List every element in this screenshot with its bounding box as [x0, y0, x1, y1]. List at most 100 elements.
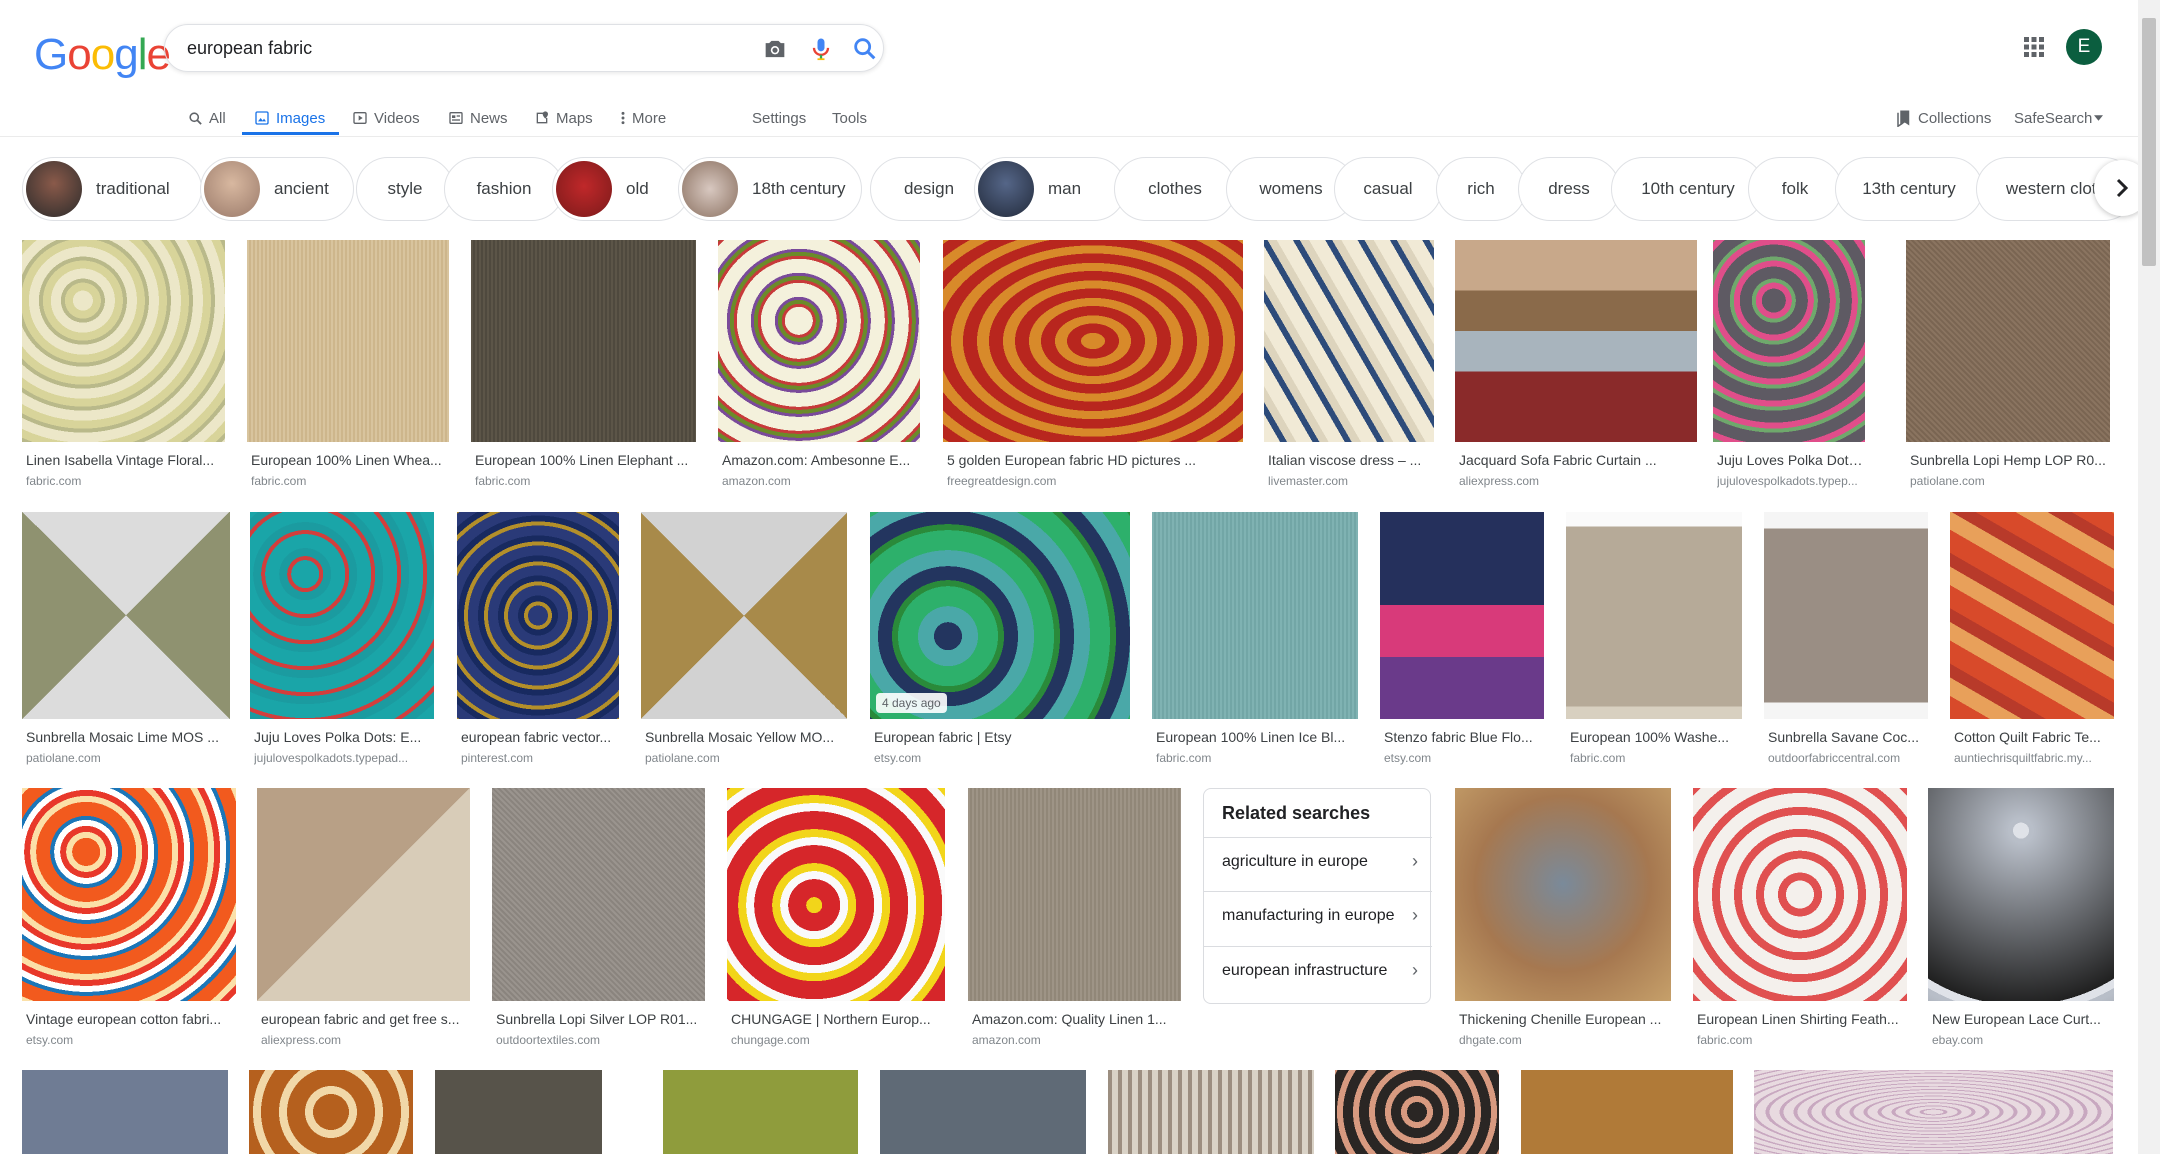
result-title[interactable]: European fabric | Etsy — [874, 729, 1128, 745]
result-source[interactable]: etsy.com — [1384, 751, 1540, 765]
result-title[interactable]: Cotton Quilt Fabric Te... — [1954, 729, 2110, 745]
result-title[interactable]: Amazon.com: Quality Linen 1... — [972, 1011, 1178, 1027]
chip-rich[interactable]: rich — [1436, 157, 1526, 221]
result-thumbnail[interactable] — [663, 1070, 858, 1154]
result-title[interactable]: European 100% Linen Ice Bl... — [1156, 729, 1356, 745]
result-source[interactable]: outdoorfabriccentral.com — [1768, 751, 1926, 765]
result-source[interactable]: fabric.com — [1156, 751, 1356, 765]
result-thumbnail[interactable] — [492, 788, 705, 1001]
result-source[interactable]: fabric.com — [1570, 751, 1740, 765]
tools-link[interactable]: Tools — [832, 100, 867, 136]
result-source[interactable]: patiolane.com — [26, 751, 226, 765]
result-thumbnail[interactable] — [1566, 512, 1742, 719]
result-source[interactable]: amazon.com — [972, 1033, 1178, 1047]
result-thumbnail[interactable] — [457, 512, 619, 719]
result-title[interactable]: Sunbrella Mosaic Lime MOS ... — [26, 729, 226, 745]
chip-design[interactable]: design — [870, 157, 988, 221]
result-source[interactable]: patiolane.com — [1910, 474, 2106, 488]
result-thumbnail[interactable]: 4 days ago — [870, 512, 1130, 719]
result-title[interactable]: Sunbrella Lopi Hemp LOP R0... — [1910, 452, 2106, 468]
tab-all[interactable]: All — [188, 100, 226, 136]
result-thumbnail[interactable] — [880, 1070, 1086, 1154]
result-title[interactable]: New European Lace Curt... — [1932, 1011, 2112, 1027]
google-logo[interactable]: Google — [34, 30, 171, 80]
result-thumbnail[interactable] — [257, 788, 470, 1001]
result-source[interactable]: fabric.com — [1697, 1033, 1905, 1047]
result-thumbnail[interactable] — [22, 512, 230, 719]
result-source[interactable]: dhgate.com — [1459, 1033, 1669, 1047]
result-thumbnail[interactable] — [718, 240, 920, 442]
result-thumbnail[interactable] — [1455, 240, 1697, 442]
image-result-card[interactable]: Sunbrella Lopi Hemp LOP R0... patiolane.c… — [1906, 240, 2110, 502]
chip-13th-century[interactable]: 13th century — [1835, 157, 1983, 221]
result-thumbnail[interactable] — [1906, 240, 2110, 442]
tab-maps[interactable]: Maps — [534, 100, 593, 136]
result-title[interactable]: European 100% Linen Elephant ... — [475, 452, 693, 468]
safesearch-toggle[interactable]: SafeSearch — [2014, 100, 2104, 136]
result-source[interactable]: livemaster.com — [1268, 474, 1432, 488]
image-result-card[interactable]: european fabric and get free s... aliexpr… — [257, 788, 470, 1061]
image-result-card[interactable]: European 100% Washe... fabric.com — [1566, 512, 1742, 779]
result-title[interactable]: european fabric vector... — [461, 729, 617, 745]
result-title[interactable]: Vintage european cotton fabri... — [26, 1011, 234, 1027]
related-search-item[interactable]: manufacturing in europe › — [1204, 891, 1432, 939]
search-box[interactable]: european fabric — [164, 24, 884, 72]
result-source[interactable]: aliexpress.com — [1459, 474, 1695, 488]
result-thumbnail[interactable] — [22, 240, 225, 442]
result-source[interactable]: aliexpress.com — [261, 1033, 467, 1047]
result-title[interactable]: CHUNGAGE | Northern Europ... — [731, 1011, 943, 1027]
result-title[interactable]: european fabric and get free s... — [261, 1011, 467, 1027]
result-source[interactable]: amazon.com — [722, 474, 918, 488]
result-source[interactable]: outdoortextiles.com — [496, 1033, 702, 1047]
result-title[interactable]: Linen Isabella Vintage Floral... — [26, 452, 222, 468]
result-title[interactable]: 5 golden European fabric HD pictures ... — [947, 452, 1241, 468]
image-result-card[interactable]: 4 days ago European fabric | Etsy etsy.com — [870, 512, 1130, 779]
image-result-card[interactable]: European Linen Shirting Feath... fabric.c… — [1693, 788, 1907, 1061]
result-source[interactable]: fabric.com — [26, 474, 222, 488]
result-source[interactable]: auntiechrisquiltfabric.my... — [1954, 751, 2110, 765]
image-result-card[interactable]: Juju Loves Polka Dots... jujulovespolkado… — [1713, 240, 1865, 502]
image-result-card[interactable]: Sunbrella Mosaic Lime MOS ... patiolane.c… — [22, 512, 230, 779]
result-thumbnail[interactable] — [641, 512, 847, 719]
result-title[interactable]: Stenzo fabric Blue Flo... — [1384, 729, 1540, 745]
tab-more[interactable]: More — [620, 100, 666, 136]
result-thumbnail[interactable] — [471, 240, 696, 442]
microphone-icon[interactable] — [807, 35, 835, 63]
result-thumbnail[interactable] — [249, 1070, 413, 1154]
result-thumbnail[interactable] — [435, 1070, 602, 1154]
result-source[interactable]: pinterest.com — [461, 751, 617, 765]
result-title[interactable]: Sunbrella Mosaic Yellow MO... — [645, 729, 845, 745]
chip-fashion[interactable]: fashion — [444, 157, 564, 221]
result-thumbnail[interactable] — [1264, 240, 1434, 442]
result-title[interactable]: European 100% Washe... — [1570, 729, 1740, 745]
image-result-card[interactable]: Amazon.com: Ambesonne E... amazon.com — [718, 240, 920, 502]
tab-videos[interactable]: Videos — [352, 100, 420, 136]
image-result-card[interactable]: european fabric vector... pinterest.com — [457, 512, 619, 779]
image-result-card[interactable]: European 100% Linen Whea... fabric.com — [247, 240, 449, 502]
image-result-card[interactable]: Juju Loves Polka Dots: E... jujulovespolk… — [250, 512, 434, 779]
image-result-card[interactable]: Vintage european cotton fabri... etsy.com — [22, 788, 236, 1061]
page-scrollbar[interactable] — [2138, 0, 2160, 1154]
image-result-card[interactable]: Sunbrella Lopi Silver LOP R01... outdoort… — [492, 788, 705, 1061]
result-thumbnail[interactable] — [968, 788, 1181, 1001]
result-thumbnail[interactable] — [1152, 512, 1358, 719]
chip-10th-century[interactable]: 10th century — [1611, 157, 1765, 221]
result-title[interactable]: European Linen Shirting Feath... — [1697, 1011, 1905, 1027]
chip-clothes[interactable]: clothes — [1114, 157, 1236, 221]
chip-old[interactable]: old — [552, 157, 690, 221]
image-result-card[interactable]: Thickening Chenille European ... dhgate.c… — [1455, 788, 1671, 1061]
search-input[interactable]: european fabric — [187, 38, 312, 59]
result-thumbnail[interactable] — [1108, 1070, 1314, 1154]
result-title[interactable]: Amazon.com: Ambesonne E... — [722, 452, 918, 468]
settings-link[interactable]: Settings — [752, 100, 806, 136]
result-thumbnail[interactable] — [1950, 512, 2114, 719]
image-result-card[interactable]: Jacquard Sofa Fabric Curtain ... aliexpre… — [1455, 240, 1697, 502]
result-thumbnail[interactable] — [22, 1070, 228, 1154]
apps-grid-icon[interactable] — [2022, 35, 2046, 59]
result-source[interactable]: patiolane.com — [645, 751, 845, 765]
result-source[interactable]: freegreatdesign.com — [947, 474, 1241, 488]
account-avatar[interactable]: E — [2066, 29, 2102, 65]
result-thumbnail[interactable] — [247, 240, 449, 442]
result-source[interactable]: jujulovespolkadots.typepad... — [254, 751, 432, 765]
chip-traditional[interactable]: traditional — [22, 157, 202, 221]
